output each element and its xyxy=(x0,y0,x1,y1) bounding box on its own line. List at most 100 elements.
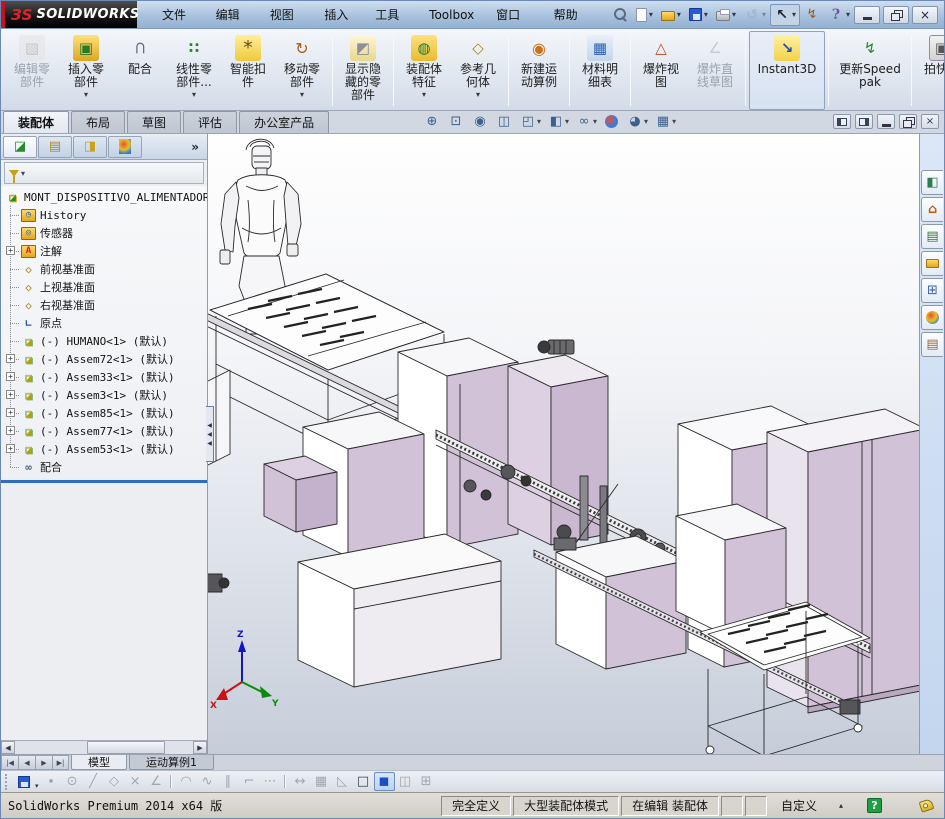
tab-scroll-button[interactable]: ▶| xyxy=(52,755,69,770)
quick-tips-icon[interactable]: ? xyxy=(867,798,882,813)
menu-item[interactable]: 编辑(E) xyxy=(205,4,259,26)
dropdown-caret-icon[interactable]: ▾ xyxy=(84,90,88,99)
tab-scroll-button[interactable]: |◀ xyxy=(1,755,18,770)
panel-horizontal-scrollbar[interactable]: ◀ ▶ xyxy=(1,740,207,754)
command-button[interactable]: 移动零部件 ▾ xyxy=(275,31,329,110)
tool-button[interactable]: ◼ xyxy=(374,772,395,791)
tree-filter-bar[interactable]: ▾ xyxy=(4,162,204,184)
ribbon-tab[interactable]: 草图 xyxy=(127,111,181,133)
dropdown-caret-icon[interactable]: ▾ xyxy=(704,10,708,19)
panel-splitter-handle[interactable]: ◀◀◀ xyxy=(206,406,214,462)
document-window-button[interactable]: × xyxy=(921,114,939,129)
task-pane-tab[interactable] xyxy=(921,224,943,249)
document-window-button[interactable] xyxy=(833,114,851,129)
tool-button[interactable]: □ xyxy=(353,772,374,791)
tool-button[interactable]: ▦ xyxy=(311,772,332,791)
command-button[interactable]: 爆炸视图 ▾ xyxy=(634,31,688,110)
expand-plus-icon[interactable]: + xyxy=(6,408,15,417)
command-button[interactable]: 编辑零部件 ▾ xyxy=(5,31,59,110)
document-tab[interactable]: 模型 xyxy=(71,755,127,770)
expand-plus-icon[interactable]: + xyxy=(6,354,15,363)
view-tool-button[interactable]: ● ▾ xyxy=(601,112,622,131)
tree-item[interactable]: + 上视基准面 xyxy=(5,278,207,296)
view-tool-button[interactable]: ▦ ▾ xyxy=(652,112,678,131)
tree-item[interactable]: + 注解 xyxy=(5,242,207,260)
tool-button[interactable]: ◠ xyxy=(176,772,197,791)
menu-item[interactable]: Toolbox xyxy=(418,4,485,26)
task-pane-tab[interactable] xyxy=(921,332,943,357)
dropdown-caret-icon[interactable]: ▾ xyxy=(644,117,648,126)
panel-tab[interactable] xyxy=(3,136,37,158)
menu-item[interactable]: 工具(T) xyxy=(364,4,418,26)
tree-item[interactable]: + 前视基准面 xyxy=(5,260,207,278)
quick-access-button[interactable]: ▾ xyxy=(800,4,824,26)
task-pane-tab[interactable] xyxy=(921,197,943,222)
tool-button[interactable]: ◺ xyxy=(332,772,353,791)
dropdown-caret-icon[interactable]: ▾ xyxy=(846,10,850,19)
close-button[interactable]: × xyxy=(912,6,938,24)
command-button[interactable]: 配合 ▾ xyxy=(113,31,167,110)
dropdown-caret-icon[interactable]: ▾ xyxy=(422,90,426,99)
tab-scroll-button[interactable]: ◀ xyxy=(18,755,35,770)
view-tool-button[interactable]: ◕ ▾ xyxy=(624,112,650,131)
tool-button[interactable]: ∠ xyxy=(146,772,167,791)
dropdown-caret-icon[interactable]: ▾ xyxy=(677,10,681,19)
tree-item[interactable]: + 传感器 xyxy=(5,224,207,242)
tool-button[interactable]: ∥ xyxy=(218,772,239,791)
scroll-right-arrow[interactable]: ▶ xyxy=(193,741,207,754)
view-tool-button[interactable]: ◧ ▾ xyxy=(545,112,571,131)
menu-item[interactable]: 帮助(H) xyxy=(543,4,598,26)
tool-button[interactable]: ⌐ xyxy=(239,772,260,791)
scrollbar-thumb[interactable] xyxy=(87,741,165,754)
quick-access-button[interactable]: ▾ xyxy=(712,4,740,26)
restore-button[interactable] xyxy=(883,6,909,24)
dropdown-caret-icon[interactable]: ▾ xyxy=(476,90,480,99)
panel-tab[interactable] xyxy=(108,136,142,158)
graphics-viewport[interactable]: Z X Y xyxy=(208,134,919,754)
tool-button[interactable]: ⋯ xyxy=(260,772,281,791)
menu-item[interactable]: 窗口(W) xyxy=(485,4,542,26)
tree-item[interactable]: + 配合 xyxy=(5,458,207,476)
command-button[interactable]: 拍快照 ▾ xyxy=(915,31,944,110)
quick-access-button[interactable]: ▾ xyxy=(685,4,712,26)
command-button[interactable]: 线性零部件... ▾ xyxy=(167,31,221,110)
tree-item[interactable]: + (-) Assem53<1> (默认) xyxy=(5,440,207,458)
toolbar-grip[interactable] xyxy=(5,774,9,790)
dropdown-caret-icon[interactable]: ▾ xyxy=(565,117,569,126)
task-pane-tab[interactable] xyxy=(921,278,943,303)
dropdown-caret-icon[interactable]: ▴ xyxy=(839,801,843,810)
task-pane-tab[interactable] xyxy=(921,305,943,330)
tree-item[interactable]: + (-) Assem85<1> (默认) xyxy=(5,404,207,422)
menu-item[interactable]: 视图(V) xyxy=(259,4,314,26)
view-tool-button[interactable]: ⊕ ▾ xyxy=(421,112,443,131)
tool-button[interactable]: ◇ xyxy=(104,772,125,791)
expand-plus-icon[interactable]: + xyxy=(6,390,15,399)
quick-access-button[interactable]: ▾ xyxy=(824,4,854,26)
expand-plus-icon[interactable]: + xyxy=(6,372,15,381)
tool-button[interactable]: ∿ xyxy=(197,772,218,791)
quick-access-button[interactable]: ▾ xyxy=(740,4,770,26)
command-button[interactable]: 智能扣件 ▾ xyxy=(221,31,275,110)
tool-button[interactable]: ↔ xyxy=(290,772,311,791)
document-window-button[interactable] xyxy=(877,114,895,129)
view-tool-button[interactable]: ⊡ ▾ xyxy=(445,112,467,131)
menu-item[interactable]: 文件(F) xyxy=(151,4,205,26)
command-button[interactable]: 更新Speedpak ▾ xyxy=(832,31,908,110)
ribbon-tab[interactable]: 评估 xyxy=(183,111,237,133)
ribbon-tab[interactable]: 办公室产品 xyxy=(239,111,329,133)
tool-button[interactable]: ╱ xyxy=(83,772,104,791)
command-button[interactable]: 插入零部件 ▾ xyxy=(59,31,113,110)
quick-access-button[interactable]: ▾ xyxy=(632,4,657,26)
document-window-button[interactable] xyxy=(855,114,873,129)
view-tool-button[interactable]: ◰ ▾ xyxy=(517,112,543,131)
task-pane-tab[interactable] xyxy=(921,170,943,195)
dropdown-caret-icon[interactable]: ▾ xyxy=(762,10,766,19)
dropdown-caret-icon[interactable]: ▾ xyxy=(792,10,796,19)
tree-item[interactable]: + (-) HUMANO<1> (默认) xyxy=(5,332,207,350)
dropdown-caret-icon[interactable]: ▾ xyxy=(537,117,541,126)
tab-scroll-button[interactable]: ▶ xyxy=(35,755,52,770)
dropdown-caret-icon[interactable]: ▾ xyxy=(300,90,304,99)
dropdown-caret-icon[interactable]: ▾ xyxy=(649,10,653,19)
command-button[interactable]: 新建运动算例 ▾ xyxy=(512,31,566,110)
panel-expand-chevron[interactable]: » xyxy=(191,140,205,154)
